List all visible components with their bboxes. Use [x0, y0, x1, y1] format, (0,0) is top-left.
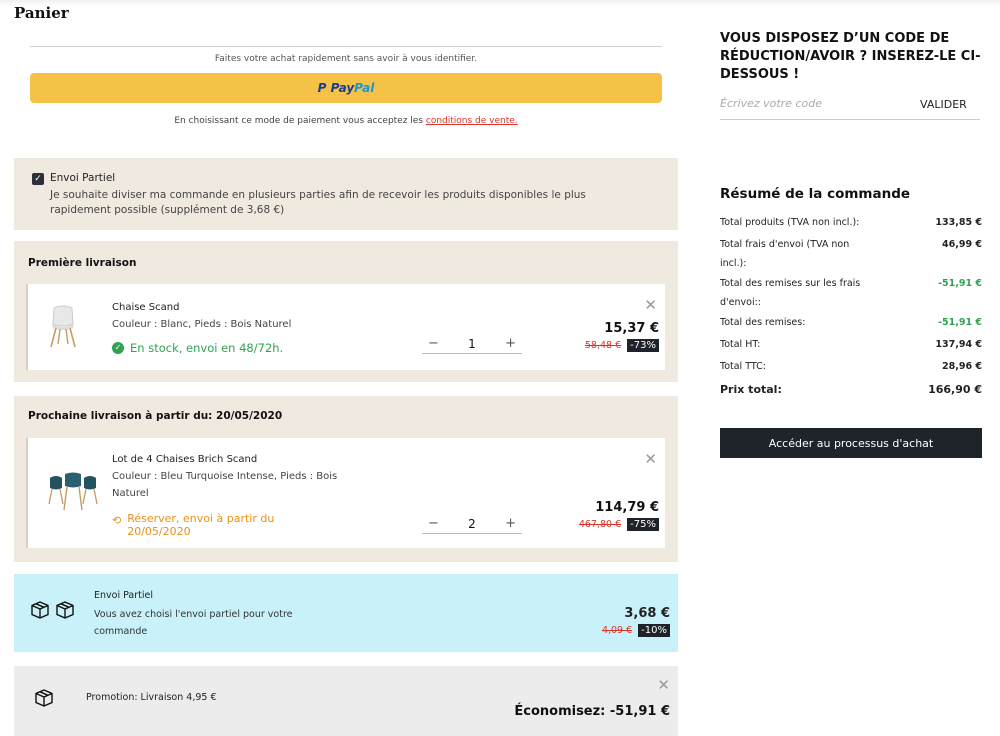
summary-value: 166,90 €	[928, 383, 982, 396]
old-price: 58,48 €	[584, 340, 622, 351]
product-thumbnail-chairs	[46, 472, 100, 515]
paypal-logo-p: P	[317, 81, 327, 95]
paypal-logo-pay: Pay	[330, 81, 355, 95]
check-circle-icon: ✓	[112, 342, 124, 354]
terms-link[interactable]: conditions de vente.	[426, 116, 518, 126]
partial-fee-title: Envoi Partiel	[94, 590, 153, 601]
product-attributes: Couleur : Blanc, Pieds : Bois Naturel	[112, 319, 292, 330]
summary-label: Total des remises sur les frais d'envoi:…	[720, 278, 861, 308]
summary-label: Prix total:	[720, 383, 782, 396]
product-name[interactable]: Chaise Scand	[112, 302, 179, 313]
discount-badge: -10%	[638, 624, 670, 637]
validate-coupon-button[interactable]: VALIDER	[920, 98, 967, 111]
package-icon	[56, 601, 74, 619]
promotion-savings: Économisez: -51,91 €	[514, 704, 670, 719]
paypal-hint: Faites votre achat rapidement sans avoir…	[214, 54, 478, 64]
page-title: Panier	[14, 4, 69, 22]
summary-total-row: Prix total: 166,90 €	[720, 380, 982, 399]
package-icon	[31, 601, 49, 619]
quantity-stepper[interactable]: − 1 +	[422, 334, 522, 354]
divider	[30, 46, 662, 47]
checkout-button[interactable]: Accéder au processus d'achat	[720, 428, 982, 458]
paypal-logo: P PayPal	[318, 81, 375, 95]
summary-label: Total frais d'envoi (TVA non incl.):	[720, 239, 850, 269]
quantity-decrease-button[interactable]: −	[428, 516, 439, 531]
product-name[interactable]: Lot de 4 Chaises Brich Scand	[112, 454, 257, 465]
product-thumbnail-chair	[46, 304, 80, 351]
partial-shipping-description: Je souhaite diviser ma commande en plusi…	[50, 189, 586, 216]
summary-row: Total produits (TVA non incl.): 133,85 €	[720, 213, 982, 232]
old-price: 4,09 €	[601, 625, 633, 636]
summary-value: 46,99 €	[942, 239, 982, 250]
availability: ✓ En stock, envoi en 48/72h.	[112, 341, 283, 355]
partial-fee-price: 3,68 €	[624, 606, 670, 621]
paypal-terms-text: En choisissant ce mode de paiement vous …	[174, 116, 426, 126]
clock-icon: ⟲	[112, 514, 122, 527]
partial-shipping-fee: Envoi Partiel Vous avez choisi l'envoi p…	[14, 574, 678, 652]
summary-value: -51,91 €	[938, 278, 982, 289]
partial-shipping-option: ✓ Envoi Partiel Je souhaite diviser ma c…	[14, 158, 678, 230]
quantity-increase-button[interactable]: +	[505, 516, 516, 531]
coupon-title: VOUS DISPOSEZ D’UN CODE DE RÉDUCTION/AVO…	[720, 31, 981, 82]
package-icons	[30, 600, 75, 620]
remove-item-close-icon[interactable]: ✕	[644, 452, 657, 467]
old-price-row: 58,48 € -73%	[585, 339, 659, 352]
summary-title: Résumé de la commande	[720, 186, 911, 202]
availability: ⟲ Réserver, envoi à partir du 20/05/2020	[112, 512, 317, 538]
discount-badge: -73%	[627, 339, 659, 352]
summary-row: Total des remises: -51,91 €	[720, 313, 982, 332]
paypal-logo-pal: Pal	[354, 81, 375, 95]
summary-value: 137,94 €	[935, 339, 982, 350]
old-price: 467,80 €	[578, 519, 622, 530]
partial-shipping-checkbox[interactable]: ✓	[32, 173, 44, 185]
summary-label: Total produits (TVA non incl.):	[720, 217, 860, 228]
partial-shipping-title: Envoi Partiel	[50, 172, 116, 184]
partial-fee-description: Vous avez choisi l'envoi partiel pour vo…	[94, 609, 293, 637]
product-attributes: Couleur : Bleu Turquoise Intense, Pieds …	[112, 471, 338, 499]
coupon-underline	[720, 119, 980, 120]
paypal-button[interactable]: P PayPal	[30, 73, 662, 103]
quantity-stepper[interactable]: − 2 +	[422, 514, 522, 534]
promotion-box: Promotion: Livraison 4,95 € ✕ Économisez…	[14, 666, 678, 736]
old-price-row: 467,80 € -75%	[579, 518, 659, 531]
summary-row: Total TTC: 28,96 €	[720, 357, 982, 376]
summary-label: Total TTC:	[720, 361, 766, 372]
summary-value: -51,91 €	[938, 317, 982, 328]
quantity-increase-button[interactable]: +	[505, 336, 516, 351]
cart-item: Chaise Scand Couleur : Blanc, Pieds : Bo…	[26, 284, 665, 370]
summary-label: Total HT:	[720, 339, 761, 350]
summary-label: Total des remises:	[720, 317, 806, 328]
cart-item: Lot de 4 Chaises Brich Scand Couleur : B…	[26, 438, 665, 548]
package-icon	[34, 688, 54, 711]
promotion-label: Promotion: Livraison 4,95 €	[86, 692, 217, 703]
availability-text: En stock, envoi en 48/72h.	[130, 341, 284, 355]
summary-row: Total frais d'envoi (TVA non incl.): 46,…	[720, 235, 982, 273]
paypal-terms: En choisissant ce mode de paiement vous …	[30, 116, 662, 126]
top-shadow	[0, 0, 1000, 6]
delivery-title: Première livraison	[28, 257, 137, 269]
summary-value: 28,96 €	[942, 361, 982, 372]
remove-item-close-icon[interactable]: ✕	[644, 298, 657, 313]
quantity-value[interactable]: 1	[468, 337, 476, 351]
remove-promotion-close-icon[interactable]: ✕	[657, 678, 670, 693]
delivery-title: Prochaine livraison à partir du: 20/05/2…	[28, 410, 283, 422]
item-price: 114,79 €	[595, 500, 659, 515]
quantity-value[interactable]: 2	[468, 517, 476, 531]
availability-text: Réserver, envoi à partir du 20/05/2020	[127, 512, 275, 538]
old-price-row: 4,09 € -10%	[602, 624, 670, 637]
discount-badge: -75%	[627, 518, 659, 531]
summary-row: Total HT: 137,94 €	[720, 335, 982, 354]
item-price: 15,37 €	[604, 321, 659, 336]
quantity-decrease-button[interactable]: −	[428, 336, 439, 351]
summary-row: Total des remises sur les frais d'envoi:…	[720, 274, 982, 312]
coupon-code-input[interactable]	[720, 97, 900, 110]
summary-value: 133,85 €	[935, 217, 982, 228]
